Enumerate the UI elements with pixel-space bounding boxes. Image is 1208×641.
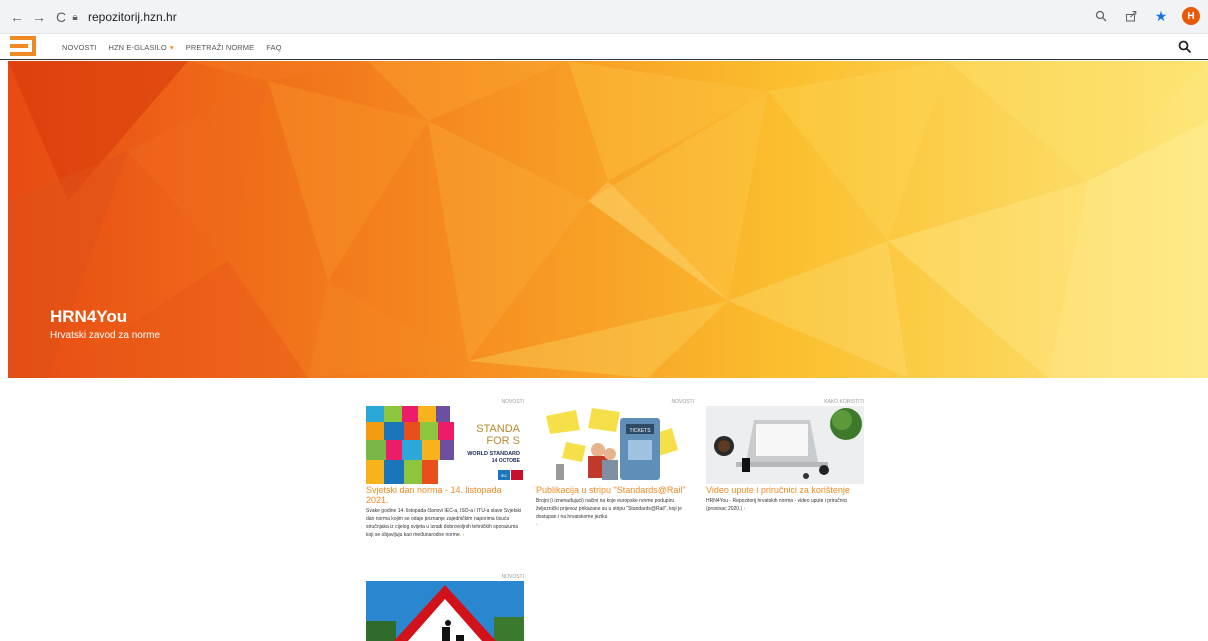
- zoom-icon[interactable]: [1092, 7, 1110, 25]
- bookmark-star-icon[interactable]: ★: [1152, 7, 1170, 25]
- card-title[interactable]: Video upute i priručnici za korištenje: [706, 485, 864, 495]
- card-excerpt-text: Svake godine 14. listopada članovi IEC-a…: [366, 508, 522, 538]
- card-excerpt: Svake godine 14. listopada članovi IEC-a…: [366, 507, 524, 539]
- back-arrow-icon[interactable]: ←: [8, 8, 26, 26]
- card-thumbnail-road-works-sign[interactable]: [366, 581, 524, 641]
- card-title[interactable]: Publikacija u stripu "Standards@Rail": [536, 485, 694, 495]
- news-card[interactable]: NOVOSTI STANDA FOR S WORLD STANDARD 14 O…: [366, 398, 524, 539]
- card-thumbnail-standards-at-rail-comic[interactable]: TICKETS: [536, 406, 694, 484]
- card-thumbnail-laptop-desk[interactable]: [706, 406, 864, 484]
- news-card[interactable]: NOVOSTI: [366, 573, 524, 641]
- caret-down-icon: ▾: [169, 42, 174, 52]
- card-excerpt: HRN4You - Repozitorij hrvatskih norma - …: [706, 497, 864, 513]
- card-category[interactable]: KAKO KORISTITI: [706, 398, 864, 406]
- url-text: repozitorij.hzn.hr: [88, 10, 177, 24]
- thumb-text-world-standard: WORLD STANDARD: [467, 451, 520, 457]
- lock-icon[interactable]: 🔒︎: [68, 10, 82, 24]
- card-excerpt-text: HRN4You - Repozitorij hrvatskih norma - …: [706, 498, 848, 512]
- card-title[interactable]: Svjetski dan norma - 14. listopada 2021.: [366, 485, 524, 505]
- read-more-arrow[interactable]: ›: [462, 532, 464, 538]
- profile-avatar[interactable]: H: [1182, 7, 1200, 25]
- card-category[interactable]: NOVOSTI: [366, 573, 524, 581]
- card-category[interactable]: NOVOSTI: [366, 398, 524, 406]
- thumb-text-iec: IEC: [501, 473, 508, 478]
- thumb-text-tickets: TICKETS: [629, 428, 651, 434]
- thumb-text-for-s: FOR S: [486, 435, 520, 447]
- card-thumbnail-world-standards-day[interactable]: STANDA FOR S WORLD STANDARD 14 OCTOBE IE…: [366, 406, 524, 484]
- hero-subtitle: Hrvatski zavod za norme: [50, 330, 161, 341]
- nav-item-pretrazi-norme[interactable]: PRETRAŽI NORME: [186, 43, 255, 52]
- site-navbar: NOVOSTI HZN E-GLASILO ▾ PRETRAŽI NORME FA…: [0, 34, 1208, 60]
- address-bar[interactable]: 🔒︎ repozitorij.hzn.hr: [68, 6, 1118, 28]
- card-excerpt: Brojni (i iznenađujući) načini na koje e…: [536, 497, 694, 529]
- card-excerpt-text: Brojni (i iznenađujući) načini na koje e…: [536, 498, 682, 520]
- news-card[interactable]: KAKO KORISTITI Video upute i priručnici …: [706, 398, 864, 513]
- main-menu: NOVOSTI HZN E-GLASILO ▾ PRETRAŽI NORME FA…: [62, 34, 282, 60]
- nav-item-novosti[interactable]: NOVOSTI: [62, 43, 96, 52]
- share-icon[interactable]: [1122, 7, 1140, 25]
- hero-banner: HRN4You Hrvatski zavod za norme: [8, 61, 1208, 378]
- read-more-arrow[interactable]: ›: [536, 522, 538, 528]
- thumb-text-14-october: 14 OCTOBE: [492, 458, 521, 464]
- hzn-logo[interactable]: [10, 36, 36, 56]
- hero-title: HRN4You: [50, 307, 128, 326]
- read-more-arrow[interactable]: ›: [744, 506, 746, 512]
- forward-arrow-icon[interactable]: →: [30, 8, 48, 26]
- nav-item-hzn-e-glasilo[interactable]: HZN E-GLASILO ▾: [108, 43, 173, 52]
- nav-item-faq[interactable]: FAQ: [266, 43, 281, 52]
- card-category[interactable]: NOVOSTI: [536, 398, 694, 406]
- browser-toolbar: ← → C 🔒︎ repozitorij.hzn.hr ★ H: [0, 0, 1208, 34]
- thumb-text-standa: STANDA: [476, 423, 520, 435]
- search-icon[interactable]: [1178, 40, 1192, 54]
- hero-polygon-background: [8, 61, 1208, 378]
- news-card[interactable]: NOVOSTI TICKETS Publikacija u stripu "St…: [536, 398, 694, 529]
